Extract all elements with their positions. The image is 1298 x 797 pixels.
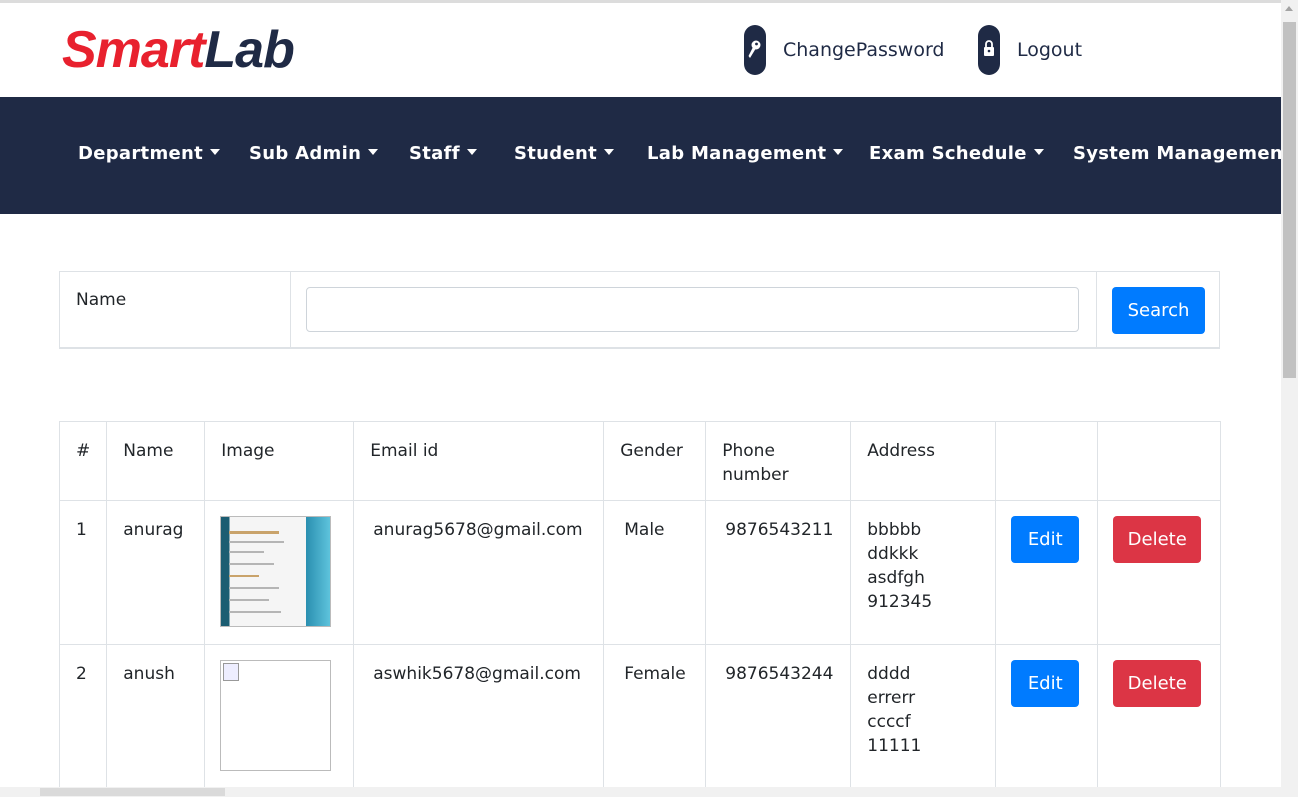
caret-down-icon [604, 149, 614, 155]
nav-student[interactable]: Student [514, 143, 614, 164]
nav-label: Department [78, 143, 204, 164]
divider [1096, 272, 1097, 348]
col-header-gender: Gender [603, 421, 707, 501]
search-panel: Name Search [59, 271, 1220, 349]
table-row: 1 anurag anurag5678@gmail.com Male 98765… [58, 500, 1222, 645]
change-password-link[interactable]: ChangePassword [744, 25, 945, 75]
key-icon [744, 25, 766, 75]
row-address: dddd errerr ccccf 11111 [851, 645, 995, 758]
address-line: ddkkk [867, 544, 919, 564]
col-header-num: # [58, 421, 108, 501]
row-name: anush [123, 664, 175, 684]
nav-label: Exam Schedule [869, 143, 1027, 164]
nav-exam-schedule[interactable]: Exam Schedule [869, 143, 1044, 164]
row-phone: 9876543244 [725, 664, 834, 684]
caret-down-icon [210, 149, 221, 155]
nav-sub-admin[interactable]: Sub Admin [249, 143, 379, 164]
brand-logo[interactable]: SmartLab [62, 17, 295, 83]
row-email: aswhik5678@gmail.com [373, 664, 581, 684]
col-header-email: Email id [353, 421, 605, 501]
caret-down-icon [368, 149, 379, 155]
divider [290, 272, 291, 348]
edit-button[interactable]: Edit [1011, 660, 1080, 707]
nav-label: Lab Management [647, 143, 827, 164]
row-phone: 9876543211 [725, 520, 834, 540]
student-photo [220, 516, 332, 627]
address-line: errerr [867, 688, 916, 708]
site-header: SmartLab ChangePassword Logout [0, 3, 1281, 97]
table-row: 2 anush aswhik5678@gmail.com Female 9876… [58, 644, 1222, 789]
scroll-up-arrow-icon[interactable] [1285, 6, 1293, 11]
address-line: ccccf [867, 712, 911, 732]
main-nav: Department Sub Admin Staff Student Lab M… [0, 97, 1292, 214]
row-name: anurag [123, 520, 184, 540]
search-name-label: Name [76, 290, 127, 310]
edit-button[interactable]: Edit [1011, 516, 1080, 563]
caret-down-icon [833, 149, 844, 155]
caret-down-icon [1033, 149, 1044, 155]
nav-staff[interactable]: Staff [409, 143, 477, 164]
nav-label: Staff [409, 143, 460, 164]
change-password-label: ChangePassword [783, 39, 945, 61]
lock-icon [978, 25, 1000, 75]
caret-down-icon [466, 149, 477, 155]
address-line: dddd [867, 664, 911, 684]
address-line: 11111 [867, 736, 922, 756]
col-header-edit [995, 421, 1099, 501]
nav-lab-management[interactable]: Lab Management [647, 143, 844, 164]
address-line: bbbbb [867, 520, 922, 540]
logout-label: Logout [1017, 39, 1083, 61]
delete-button[interactable]: Delete [1113, 516, 1202, 563]
vertical-scrollbar[interactable] [1281, 0, 1298, 797]
col-header-image: Image [204, 421, 355, 501]
nav-label: System Management [1073, 143, 1292, 164]
vertical-scroll-thumb[interactable] [1283, 22, 1296, 378]
col-header-phone: Phone number [705, 421, 852, 501]
horizontal-scroll-thumb[interactable] [40, 788, 225, 796]
brand-logo-part1: Smart [62, 21, 205, 79]
row-gender: Female [624, 664, 686, 684]
students-table: # Name Image Email id Gender Phone numbe… [58, 421, 1222, 789]
nav-label: Student [514, 143, 597, 164]
brand-logo-part2: Lab [204, 21, 294, 79]
nav-system-management[interactable]: System Management [1073, 143, 1292, 164]
student-photo-broken [220, 660, 332, 771]
col-header-name: Name [106, 421, 206, 501]
horizontal-scrollbar[interactable] [0, 787, 1281, 797]
row-number: 1 [76, 520, 87, 540]
search-input[interactable] [306, 287, 1079, 332]
row-gender: Male [624, 520, 665, 540]
nav-department[interactable]: Department [78, 143, 221, 164]
logout-link[interactable]: Logout [978, 25, 1082, 75]
address-line: asdfgh [867, 568, 925, 588]
search-button[interactable]: Search [1112, 287, 1205, 334]
row-number: 2 [76, 664, 87, 684]
row-address: bbbbb ddkkk asdfgh 912345 [851, 501, 995, 614]
col-header-delete [1097, 421, 1222, 501]
delete-button[interactable]: Delete [1113, 660, 1202, 707]
table-header-row: # Name Image Email id Gender Phone numbe… [58, 421, 1222, 501]
col-header-address: Address [850, 421, 997, 501]
address-line: 912345 [867, 592, 933, 612]
nav-label: Sub Admin [249, 143, 362, 164]
row-email: anurag5678@gmail.com [373, 520, 583, 540]
